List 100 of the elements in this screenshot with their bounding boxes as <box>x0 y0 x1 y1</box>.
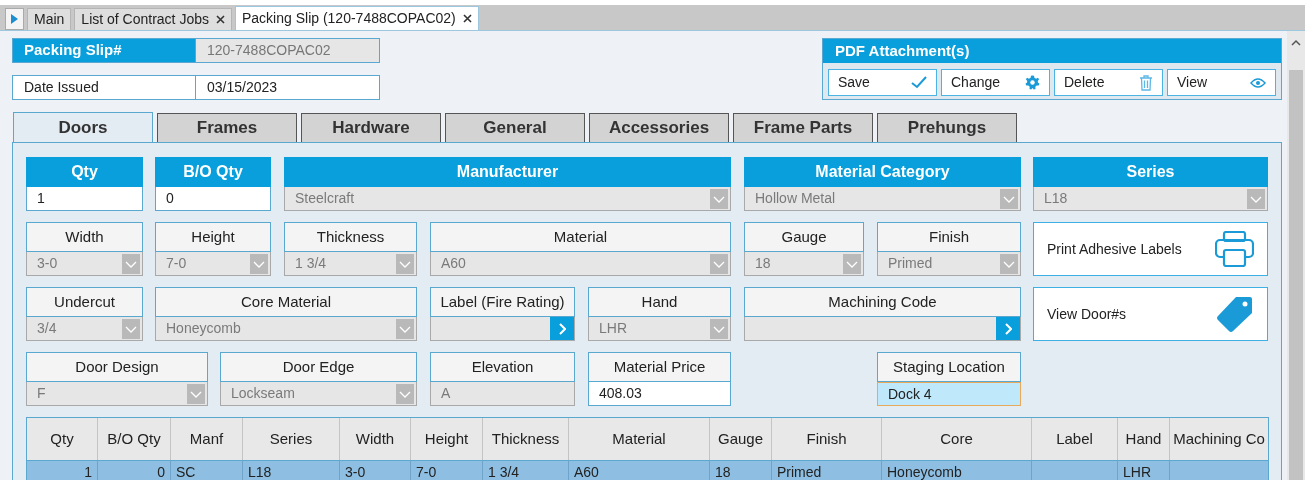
panel-title: PDF Attachment(s) <box>823 39 1281 63</box>
section-tab[interactable]: General <box>445 113 585 142</box>
field-label: Core Material <box>155 287 417 317</box>
dropdown-field[interactable]: 3/4 <box>26 317 143 341</box>
tag-icon <box>1216 295 1254 333</box>
column-header[interactable]: Gauge <box>710 418 772 460</box>
field-label: Manufacturer <box>284 157 731 187</box>
column-header[interactable]: Core <box>882 418 1032 460</box>
attachment-button[interactable]: Change <box>941 69 1050 96</box>
table-cell: 7-0 <box>411 461 483 480</box>
section-tab[interactable]: Frame Parts <box>733 113 873 142</box>
table-cell: 18 <box>710 461 772 480</box>
table-cell: L18 <box>243 461 340 480</box>
close-icon[interactable] <box>462 14 472 23</box>
section-tab[interactable]: Frames <box>157 113 297 142</box>
field-label: Width <box>26 222 143 252</box>
readonly-field: A <box>430 382 575 406</box>
table-cell: 1 3/4 <box>483 461 569 480</box>
field-label: Material Category <box>744 157 1021 187</box>
table-row[interactable]: 1 0 SC L18 3-0 7-0 1 3/4 A60 18 Primed Honeycomb LHR <box>27 461 1268 480</box>
chevron-right-icon <box>558 322 566 335</box>
field-label: Series <box>1033 157 1268 187</box>
dropdown-field[interactable]: L18 <box>1033 187 1268 211</box>
table-cell: 3-0 <box>340 461 411 480</box>
document-tab[interactable]: Packing Slip (120-7488COPAC02) <box>235 6 479 30</box>
section-tab[interactable]: Accessories <box>589 113 729 142</box>
input-field[interactable]: 0 <box>155 187 271 211</box>
column-header[interactable]: Manf <box>171 418 243 460</box>
column-header[interactable]: Label <box>1032 418 1118 460</box>
field-label: Material Price <box>588 352 731 382</box>
chevron-right-icon <box>1004 322 1012 335</box>
section-tab[interactable]: Hardware <box>301 113 441 142</box>
column-header[interactable]: Series <box>243 418 340 460</box>
table-cell: SC <box>171 461 243 480</box>
column-header[interactable]: Material <box>569 418 710 460</box>
field-label: B/O Qty <box>155 157 271 187</box>
column-header[interactable]: Hand <box>1118 418 1170 460</box>
field-label: Thickness <box>284 222 417 252</box>
field-label: Gauge <box>744 222 864 252</box>
field-label: Door Edge <box>220 352 417 382</box>
table-cell: Primed <box>772 461 882 480</box>
dropdown-field[interactable]: Hollow Metal <box>744 187 1021 211</box>
dropdown-field[interactable]: 7-0 <box>155 252 271 276</box>
close-icon[interactable] <box>216 15 225 24</box>
document-tab[interactable]: List of Contract Jobs <box>74 8 232 30</box>
print-labels-button[interactable]: Print Adhesive Labels <box>1033 222 1268 276</box>
input-field[interactable]: Dock 4 <box>877 382 1021 406</box>
field-label: Height <box>155 222 271 252</box>
vertical-scrollbar[interactable] <box>1287 31 1305 480</box>
gear-icon <box>1025 75 1040 90</box>
column-header[interactable]: Thickness <box>483 418 569 460</box>
trash-icon <box>1139 74 1153 91</box>
dropdown-field[interactable]: 18 <box>744 252 864 276</box>
table-cell: A60 <box>569 461 710 480</box>
table-cell: Honeycomb <box>882 461 1032 480</box>
field-label: Finish <box>877 222 1021 252</box>
scroll-up-icon <box>1291 39 1301 46</box>
play-icon <box>11 14 18 24</box>
dropdown-field[interactable]: A60 <box>430 252 731 276</box>
dropdown-field[interactable]: 3-0 <box>26 252 143 276</box>
tab-scroll-button[interactable] <box>5 8 24 30</box>
dropdown-field[interactable]: F <box>26 382 208 406</box>
field-label: Qty <box>26 157 143 187</box>
column-header[interactable]: Height <box>411 418 483 460</box>
column-header[interactable]: B/O Qty <box>98 418 171 460</box>
table-cell: 1 <box>27 461 98 480</box>
attachment-button[interactable]: Save <box>828 69 937 96</box>
dropdown-field[interactable]: Steelcraft <box>284 187 731 211</box>
attachment-button[interactable]: View <box>1167 69 1276 96</box>
picker-field[interactable] <box>430 317 575 341</box>
open-picker-button[interactable] <box>550 317 574 340</box>
section-tab[interactable]: Doors <box>13 112 153 143</box>
table-cell: LHR <box>1118 461 1170 480</box>
field-label: Material <box>430 222 731 252</box>
column-header[interactable]: Finish <box>772 418 882 460</box>
field-label: Staging Location <box>877 352 1021 382</box>
eye-icon <box>1250 77 1266 88</box>
view-doors-button[interactable]: View Door#s <box>1033 287 1268 341</box>
dropdown-field[interactable]: 1 3/4 <box>284 252 417 276</box>
field-label: Door Design <box>26 352 208 382</box>
section-tab[interactable]: Prehungs <box>877 113 1017 142</box>
column-header[interactable]: Qty <box>27 418 98 460</box>
table-cell: 0 <box>98 461 171 480</box>
dropdown-field[interactable]: Lockseam <box>220 382 417 406</box>
field-label: Label (Fire Rating) <box>430 287 575 317</box>
scrollbar-thumb[interactable] <box>1289 70 1303 480</box>
dropdown-field[interactable]: Primed <box>877 252 1021 276</box>
field-label: Elevation <box>430 352 575 382</box>
input-field[interactable]: 408.03 <box>588 382 731 406</box>
dropdown-field[interactable]: Honeycomb <box>155 317 417 341</box>
field-label: Hand <box>588 287 731 317</box>
column-header[interactable]: Machining Co <box>1170 418 1268 460</box>
document-tab[interactable]: Main <box>27 8 72 30</box>
input-field[interactable]: 1 <box>26 187 143 211</box>
picker-field[interactable] <box>744 317 1021 341</box>
attachment-button[interactable]: Delete <box>1054 69 1163 96</box>
field-label: Undercut <box>26 287 143 317</box>
column-header[interactable]: Width <box>340 418 411 460</box>
field-label: Machining Code <box>744 287 1021 317</box>
open-picker-button[interactable] <box>996 317 1020 340</box>
